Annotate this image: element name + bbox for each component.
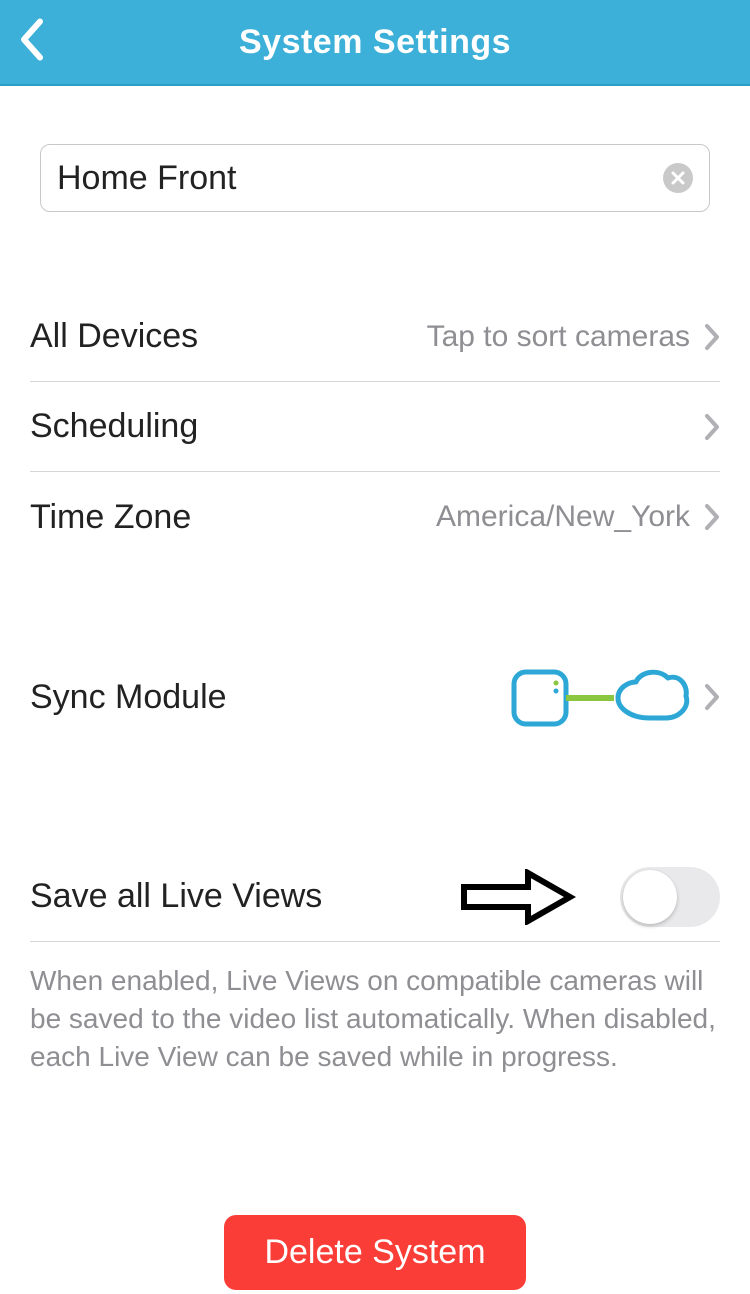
time-zone-row[interactable]: Time Zone America/New_York: [30, 472, 720, 562]
chevron-right-icon: [704, 413, 720, 441]
delete-system-button[interactable]: Delete System: [224, 1215, 525, 1290]
time-zone-label: Time Zone: [30, 498, 191, 537]
toggle-knob: [623, 870, 677, 924]
save-live-views-row: Save all Live Views: [30, 852, 720, 942]
chevron-left-icon: [18, 18, 44, 62]
scheduling-label: Scheduling: [30, 407, 198, 446]
chevron-right-icon: [704, 683, 720, 711]
time-zone-detail: America/New_York: [436, 500, 690, 534]
system-name-field[interactable]: [40, 144, 710, 212]
all-devices-row[interactable]: All Devices Tap to sort cameras: [30, 292, 720, 382]
chevron-right-icon: [704, 323, 720, 351]
arrow-right-icon: [458, 869, 576, 925]
save-live-views-help: When enabled, Live Views on compatible c…: [30, 962, 720, 1075]
sync-module-label: Sync Module: [30, 678, 227, 717]
all-devices-detail: Tap to sort cameras: [427, 320, 690, 354]
scheduling-row[interactable]: Scheduling: [30, 382, 720, 472]
sync-module-row[interactable]: Sync Module: [30, 652, 720, 742]
page-title: System Settings: [239, 23, 511, 62]
save-live-views-label: Save all Live Views: [30, 877, 322, 916]
sync-module-status-icon: [510, 664, 690, 730]
system-name-input[interactable]: [57, 159, 663, 198]
header: System Settings: [0, 0, 750, 86]
all-devices-label: All Devices: [30, 317, 198, 356]
chevron-right-icon: [704, 503, 720, 531]
save-live-views-toggle[interactable]: [620, 867, 720, 927]
clear-input-button[interactable]: [663, 163, 693, 193]
close-icon: [670, 170, 686, 186]
back-button[interactable]: [18, 18, 44, 67]
